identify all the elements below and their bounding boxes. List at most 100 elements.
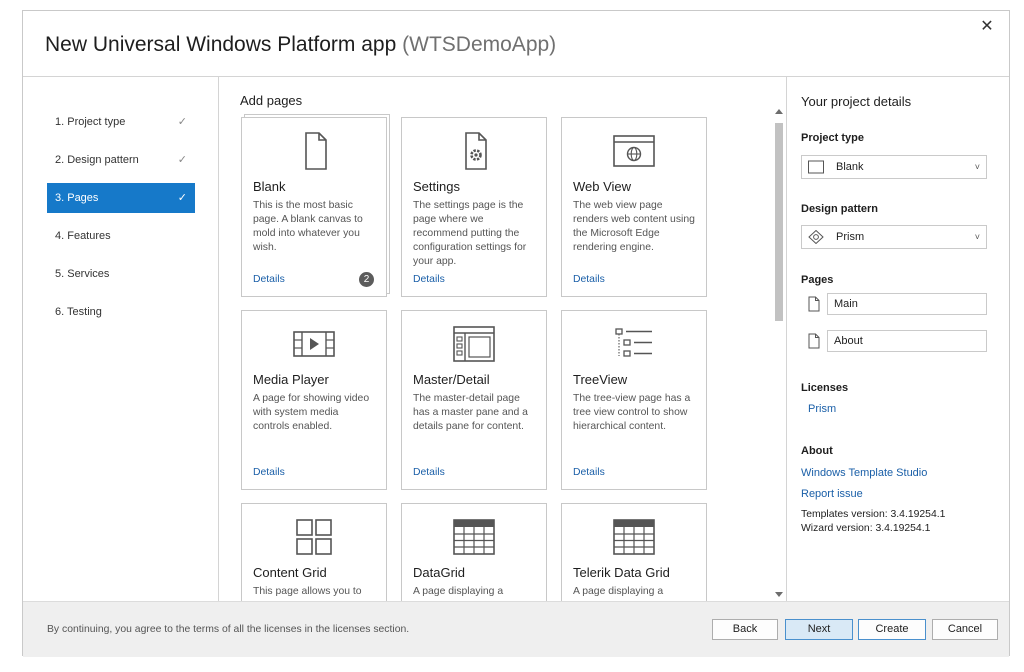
- page-card-tree-view[interactable]: TreeView The tree-view page has a tree v…: [561, 310, 707, 490]
- data-grid-icon: [453, 519, 495, 555]
- card-description: A page for showing video with system med…: [253, 393, 370, 432]
- page-name-main[interactable]: Main: [827, 293, 987, 315]
- add-pages-heading: Add pages: [240, 93, 303, 108]
- page-card-web-view[interactable]: Web View The web view page renders web c…: [561, 117, 707, 297]
- page-icon: [808, 296, 820, 312]
- tree-view-icon: [615, 328, 652, 357]
- templates-version: Templates version: 3.4.19254.1: [801, 509, 946, 520]
- project-details-title: Your project details: [801, 94, 912, 109]
- wizard-steps-nav: 1. Project type ✓ 2. Design pattern ✓ 3. P…: [23, 77, 219, 601]
- blank-page-icon: [305, 132, 327, 170]
- prism-icon: [808, 230, 824, 244]
- scroll-up-arrow-icon[interactable]: [775, 109, 783, 114]
- step-services[interactable]: 5. Services: [47, 259, 195, 289]
- scroll-down-arrow-icon[interactable]: [775, 592, 783, 597]
- card-details-link[interactable]: Details: [253, 274, 285, 285]
- window-title-main: New Universal Windows Platform app: [45, 33, 397, 56]
- chevron-down-icon: ˅: [974, 162, 980, 172]
- page-card-content-grid[interactable]: Content Grid This page allows you to: [241, 503, 387, 601]
- card-description: A page displaying a: [573, 586, 664, 597]
- project-type-value: Blank: [836, 161, 864, 173]
- pages-label: Pages: [801, 274, 834, 286]
- pages-scrollbar[interactable]: [772, 109, 786, 601]
- card-description: A page displaying a: [413, 586, 504, 597]
- step-design-pattern[interactable]: 2. Design pattern ✓: [47, 145, 195, 175]
- settings-page-icon: [465, 132, 487, 170]
- card-title: TreeView: [573, 372, 628, 387]
- report-issue-link[interactable]: Report issue: [801, 488, 863, 500]
- check-icon: ✓: [177, 154, 187, 166]
- window-title: New Universal Windows Platform app (WTSD…: [45, 33, 556, 57]
- scroll-thumb[interactable]: [775, 123, 783, 321]
- back-button[interactable]: Back: [712, 619, 778, 640]
- card-title: DataGrid: [413, 565, 466, 580]
- step-project-type[interactable]: 1. Project type ✓: [47, 107, 195, 137]
- step-label: 4. Features: [55, 230, 111, 242]
- card-title: Web View: [573, 179, 632, 194]
- page-icon: [808, 333, 820, 349]
- next-button[interactable]: Next: [785, 619, 853, 640]
- design-pattern-label: Design pattern: [801, 203, 879, 215]
- step-label: 2. Design pattern: [55, 154, 139, 166]
- project-details-pane: Your project details Project type Blank …: [786, 77, 1011, 601]
- page-card-data-grid[interactable]: DataGrid A page displaying a: [401, 503, 547, 601]
- card-details-link[interactable]: Details: [413, 274, 445, 285]
- card-title: Master/Detail: [413, 372, 490, 387]
- card-title: Telerik Data Grid: [573, 565, 670, 580]
- check-icon: ✓: [177, 192, 187, 204]
- card-title: Content Grid: [253, 565, 327, 580]
- step-testing[interactable]: 6. Testing: [47, 297, 195, 327]
- card-details-link[interactable]: Details: [413, 467, 445, 478]
- page-card-telerik-data-grid[interactable]: Telerik Data Grid A page displaying a: [561, 503, 707, 601]
- wizard-window: ✕ New Universal Windows Platform app (WT…: [22, 10, 1011, 657]
- card-description: The tree-view page has a tree view contr…: [573, 393, 691, 432]
- card-title: Blank: [253, 179, 286, 194]
- check-icon: ✓: [177, 116, 187, 128]
- wizard-version: Wizard version: 3.4.19254.1: [801, 523, 931, 534]
- card-description: The web view page renders web content us…: [573, 200, 695, 253]
- title-bar: New Universal Windows Platform app (WTSD…: [23, 11, 1009, 77]
- about-label: About: [801, 445, 833, 457]
- windows-template-studio-link[interactable]: Windows Template Studio: [801, 467, 927, 479]
- chevron-down-icon: ˅: [974, 232, 980, 242]
- design-pattern-select[interactable]: Prism ˅: [801, 225, 987, 249]
- selected-count-badge: 2: [359, 272, 374, 287]
- add-pages-panel: Add pages Blank This is the most basic p…: [219, 77, 786, 601]
- telerik-data-grid-icon: [613, 519, 655, 555]
- wizard-footer: By continuing, you agree to the terms of…: [23, 601, 1009, 657]
- licenses-label: Licenses: [801, 382, 849, 394]
- master-detail-icon: [453, 326, 495, 362]
- step-pages[interactable]: 3. Pages ✓: [47, 183, 195, 213]
- card-description: This is the most basic page. A blank can…: [253, 200, 363, 253]
- card-description: This page allows you to: [253, 586, 362, 597]
- page-card-blank[interactable]: Blank This is the most basic page. A bla…: [241, 117, 387, 297]
- card-description: The master-detail page has a master pane…: [413, 393, 528, 432]
- step-label: 6. Testing: [55, 306, 102, 318]
- license-agreement-note: By continuing, you agree to the terms of…: [47, 624, 410, 635]
- page-card-settings[interactable]: Settings The settings page is the page w…: [401, 117, 547, 297]
- project-type-select[interactable]: Blank ˅: [801, 155, 987, 179]
- design-pattern-value: Prism: [836, 231, 865, 243]
- step-label: 5. Services: [55, 268, 110, 280]
- page-card-media-player[interactable]: Media Player A page for showing video wi…: [241, 310, 387, 490]
- project-type-label: Project type: [801, 132, 864, 144]
- media-player-icon: [293, 331, 335, 357]
- license-link-prism[interactable]: Prism: [808, 403, 836, 415]
- content-grid-icon: [296, 519, 332, 555]
- card-details-link[interactable]: Details: [253, 467, 285, 478]
- card-details-link[interactable]: Details: [573, 274, 605, 285]
- create-button[interactable]: Create: [858, 619, 926, 640]
- step-label: 1. Project type: [55, 116, 126, 128]
- card-description: The settings page is the page where we r…: [413, 200, 527, 267]
- card-title: Media Player: [253, 372, 329, 387]
- step-features[interactable]: 4. Features: [47, 221, 195, 251]
- card-details-link[interactable]: Details: [573, 467, 605, 478]
- step-label: 3. Pages: [55, 192, 99, 204]
- page-card-master-detail[interactable]: Master/Detail The master-detail page has…: [401, 310, 547, 490]
- web-view-icon: [613, 135, 655, 167]
- cancel-button[interactable]: Cancel: [932, 619, 998, 640]
- page-name-about[interactable]: About: [827, 330, 987, 352]
- window-title-project: (WTSDemoApp): [402, 33, 557, 56]
- blank-project-icon: [808, 160, 824, 174]
- card-title: Settings: [413, 179, 460, 194]
